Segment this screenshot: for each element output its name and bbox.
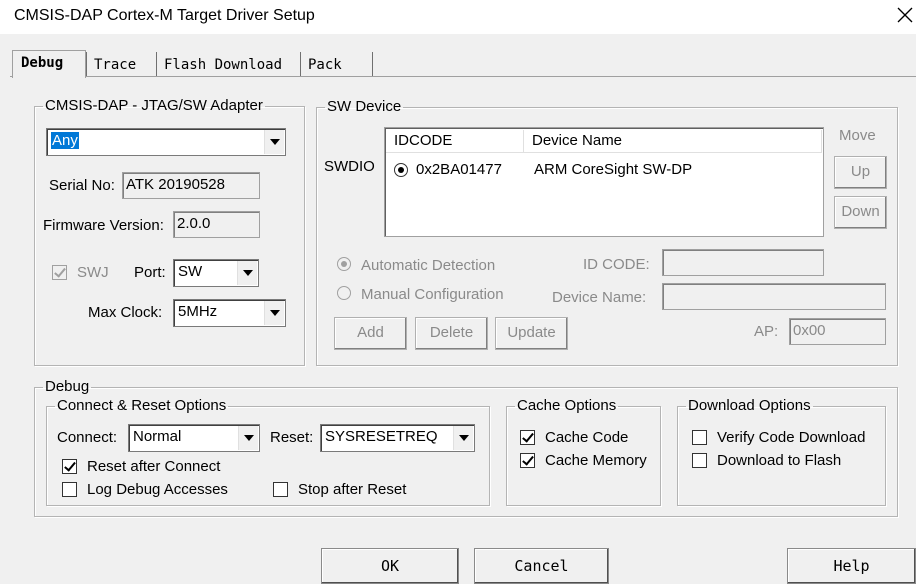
tab-strip-line xyxy=(10,76,916,77)
debug-legend: Debug xyxy=(45,378,90,395)
close-icon[interactable] xyxy=(896,6,914,24)
move-label: Move xyxy=(839,127,876,144)
column-header-device-name[interactable]: Device Name xyxy=(524,130,822,153)
swj-checkbox[interactable] xyxy=(52,265,67,280)
connect-select[interactable]: Normal xyxy=(128,424,260,452)
chevron-down-icon[interactable] xyxy=(453,426,473,450)
chevron-down-icon[interactable] xyxy=(238,426,258,450)
ap-field[interactable]: 0x00 xyxy=(789,318,886,345)
swj-label: SWJ xyxy=(77,264,109,281)
serial-label: Serial No: xyxy=(49,177,115,194)
log-debug-label: Log Debug Accesses xyxy=(87,481,228,498)
port-select[interactable]: SW xyxy=(173,259,259,287)
max-clock-label: Max Clock: xyxy=(88,304,163,321)
chevron-down-icon[interactable] xyxy=(264,301,284,325)
cache-options-legend: Cache Options xyxy=(517,397,617,414)
verify-download-checkbox[interactable] xyxy=(692,430,707,445)
reset-label: Reset: xyxy=(270,429,314,446)
move-down-button[interactable]: Down xyxy=(834,196,887,229)
id-code-field[interactable] xyxy=(662,249,824,276)
tab-trace[interactable]: Trace xyxy=(88,54,136,76)
device-row-radio[interactable] xyxy=(394,163,408,177)
port-label: Port: xyxy=(134,264,166,281)
connect-label: Connect: xyxy=(57,429,118,446)
manual-config-label: Manual Configuration xyxy=(361,286,504,303)
cancel-button[interactable]: Cancel xyxy=(474,548,609,584)
tab-separator xyxy=(372,52,373,76)
stop-after-reset-label: Stop after Reset xyxy=(298,481,407,498)
adapter-legend: CMSIS-DAP - JTAG/SW Adapter xyxy=(45,97,263,114)
cache-memory-checkbox[interactable] xyxy=(520,453,535,468)
cache-code-checkbox[interactable] xyxy=(520,430,535,445)
tab-separator xyxy=(156,52,157,76)
sw-device-legend: SW Device xyxy=(327,98,402,115)
reset-select[interactable]: SYSRESETREQ xyxy=(320,424,475,452)
help-button[interactable]: Help xyxy=(787,548,916,584)
stop-after-reset-checkbox[interactable] xyxy=(273,482,288,497)
tab-debug[interactable]: Debug xyxy=(12,50,86,78)
device-name-label: Device Name: xyxy=(552,289,647,306)
cache-code-label: Cache Code xyxy=(545,429,629,446)
auto-detect-radio[interactable] xyxy=(337,257,351,271)
firmware-field: 2.0.0 xyxy=(173,211,260,238)
chevron-down-icon[interactable] xyxy=(237,261,257,285)
update-button[interactable]: Update xyxy=(495,317,568,350)
serial-field: ATK 20190528 xyxy=(122,172,260,199)
connect-select-value: Normal xyxy=(133,428,182,445)
move-up-button[interactable]: Up xyxy=(834,156,887,189)
download-to-flash-label: Download to Flash xyxy=(717,452,842,469)
id-code-label: ID CODE: xyxy=(583,256,650,273)
connect-reset-legend: Connect & Reset Options xyxy=(57,397,227,414)
delete-button[interactable]: Delete xyxy=(415,317,488,350)
verify-download-label: Verify Code Download xyxy=(717,429,866,446)
reset-after-connect-label: Reset after Connect xyxy=(87,458,221,475)
max-clock-select[interactable]: 5MHz xyxy=(173,299,286,327)
ap-label: AP: xyxy=(754,323,779,340)
device-name-cell[interactable]: ARM CoreSight SW-DP xyxy=(534,161,692,179)
column-header-idcode[interactable]: IDCODE xyxy=(386,130,524,153)
log-debug-checkbox[interactable] xyxy=(62,482,77,497)
adapter-select-value: Any xyxy=(51,132,79,149)
cache-memory-label: Cache Memory xyxy=(545,452,647,469)
tab-separator xyxy=(86,52,87,76)
tab-pack[interactable]: Pack xyxy=(302,54,342,76)
max-clock-select-value: 5MHz xyxy=(178,303,218,320)
ok-button[interactable]: OK xyxy=(321,548,459,584)
add-button[interactable]: Add xyxy=(334,317,407,350)
manual-config-radio[interactable] xyxy=(337,286,351,300)
tab-flash-download[interactable]: Flash Download xyxy=(158,54,282,76)
reset-after-connect-checkbox[interactable] xyxy=(62,459,77,474)
device-idcode-cell[interactable]: 0x2BA01477 xyxy=(416,161,502,179)
download-to-flash-checkbox[interactable] xyxy=(692,453,707,468)
device-name-field[interactable] xyxy=(662,283,886,310)
reset-select-value: SYSRESETREQ xyxy=(325,428,438,445)
adapter-select[interactable]: Any xyxy=(46,128,286,156)
chevron-down-icon[interactable] xyxy=(264,130,284,154)
port-select-value: SW xyxy=(178,263,203,280)
download-options-legend: Download Options xyxy=(688,397,811,414)
firmware-label: Firmware Version: xyxy=(43,217,164,234)
window-title: CMSIS-DAP Cortex-M Target Driver Setup xyxy=(14,7,315,24)
tab-separator xyxy=(300,52,301,76)
auto-detect-label: Automatic Detection xyxy=(361,257,496,274)
swdio-label: SWDIO xyxy=(324,158,375,175)
